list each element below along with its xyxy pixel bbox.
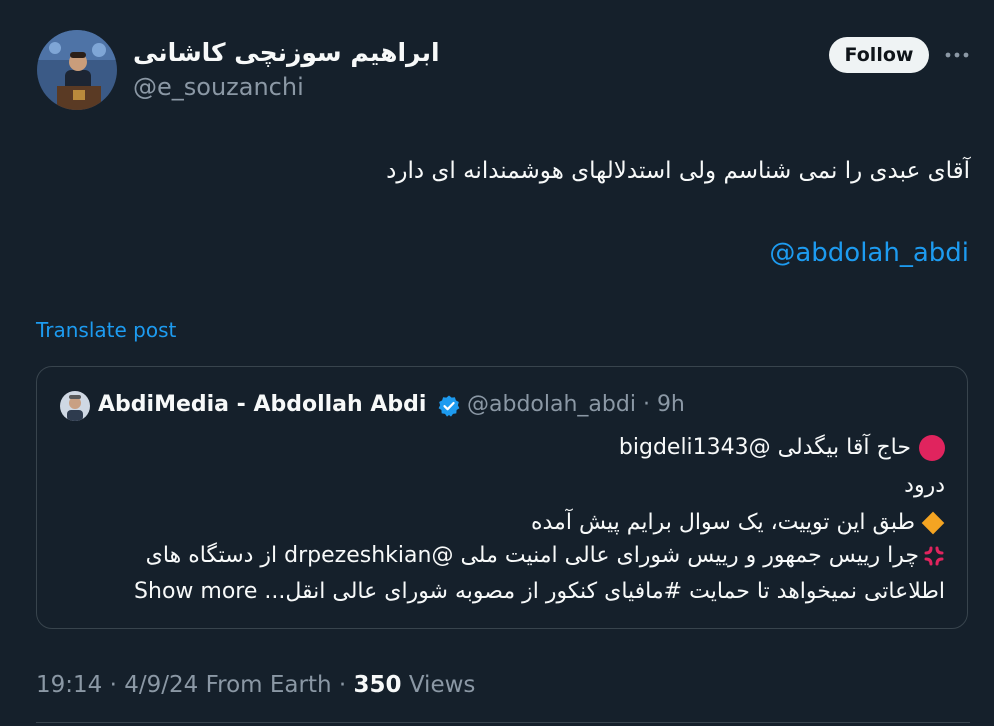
quoted-tweet[interactable]: AbdiMedia - Abdollah Abdi @abdolah_abdi … <box>36 366 968 629</box>
author-avatar-image <box>37 30 117 110</box>
quoted-line: حاج آقا بیگدلی @bigdeli1343 <box>619 435 945 461</box>
quoted-line: طبق این توییت، یک سوال برایم پیش آمده <box>531 510 945 535</box>
quoted-author-name[interactable]: AbdiMedia - Abdollah Abdi <box>98 392 426 417</box>
more-horizontal-icon[interactable] <box>942 43 972 67</box>
quoted-line: درود <box>904 473 945 498</box>
quoted-line-text: اطلاعاتی نمیخواهد تا حمایت #مافیای کنکور… <box>264 579 945 604</box>
quoted-author-avatar-image <box>60 391 90 421</box>
quoted-time[interactable]: 9h <box>657 392 685 417</box>
tweet-footer: 19:14 · 4/9/24 From Earth · 350 Views <box>36 672 475 698</box>
footer-separator: · <box>338 672 347 698</box>
red-circle-icon <box>919 435 945 461</box>
quoted-author-avatar[interactable] <box>60 391 90 421</box>
post-date[interactable]: 4/9/24 <box>124 672 198 698</box>
author-handle[interactable]: @e_souzanchi <box>133 73 304 101</box>
quoted-line-text: درود <box>904 473 945 498</box>
divider <box>36 722 970 723</box>
author-display-name[interactable]: ابراهیم سوزنچی کاشانی <box>133 38 440 67</box>
views-count: 350 <box>353 672 402 698</box>
footer-separator: · <box>109 672 117 698</box>
quoted-line: چرا رییس جمهور و رییس شورای عالی امنیت م… <box>146 543 945 568</box>
quoted-line-text: طبق این توییت، یک سوال برایم پیش آمده <box>530 510 915 535</box>
verified-badge-icon <box>438 395 460 417</box>
meta-separator: · <box>642 392 650 417</box>
quoted-meta: @abdolah_abdi · 9h <box>467 392 685 417</box>
views-label: Views <box>408 672 476 698</box>
author-avatar[interactable] <box>37 30 117 110</box>
follow-button[interactable]: Follow <box>829 37 929 73</box>
show-more-link[interactable]: Show more <box>134 579 257 604</box>
quoted-line: اطلاعاتی نمیخواهد تا حمایت #مافیای کنکور… <box>134 579 945 604</box>
quoted-line-text: چرا رییس جمهور و رییس شورای عالی امنیت م… <box>145 543 919 568</box>
tweet-text: آقای عبدی را نمی شناسم ولی استدلالهای هو… <box>386 158 970 184</box>
translate-post-link[interactable]: Translate post <box>36 318 176 342</box>
mention-link[interactable]: @abdolah_abdi <box>769 238 969 268</box>
quoted-handle[interactable]: @abdolah_abdi <box>467 392 636 417</box>
post-time[interactable]: 19:14 <box>36 672 102 698</box>
quoted-line-text: حاج آقا بیگدلی @bigdeli1343 <box>618 435 911 460</box>
orange-diamond-icon <box>921 511 945 535</box>
anger-symbol-icon <box>924 546 944 566</box>
post-source: From Earth <box>205 672 332 698</box>
